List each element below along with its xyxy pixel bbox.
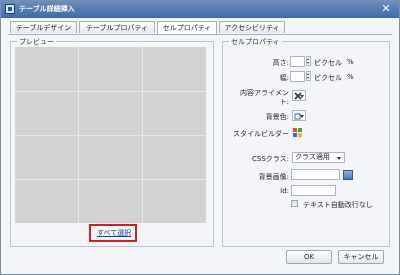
grid-row-line bbox=[15, 179, 206, 180]
cancel-button[interactable]: キャンセル bbox=[338, 250, 384, 264]
select-all-link[interactable]: すべて選択 bbox=[97, 228, 131, 238]
style-builder-icon[interactable] bbox=[293, 128, 302, 137]
dialog-title: テーブル詳細挿入 bbox=[19, 5, 75, 13]
background-color-label: 背景色: bbox=[265, 113, 289, 121]
background-image-label: 背景画像: bbox=[258, 173, 289, 181]
grid-row-line bbox=[15, 135, 206, 136]
style-builder-label: スタイルビルダー bbox=[233, 130, 289, 138]
tab-table-design[interactable]: テーブルデザイン bbox=[10, 21, 77, 33]
color-picker-icon[interactable] bbox=[292, 110, 306, 121]
title-bar: テーブル詳細挿入 ✕ bbox=[1, 1, 399, 18]
ok-button[interactable]: OK bbox=[286, 250, 332, 264]
width-unit-pixel[interactable]: ピクセル bbox=[314, 73, 342, 83]
grid-row-line bbox=[15, 91, 206, 92]
table-icon bbox=[5, 4, 15, 14]
id-label: Id: bbox=[280, 187, 289, 195]
id-input[interactable] bbox=[291, 185, 336, 196]
width-label: 幅: bbox=[279, 74, 289, 82]
tab-strip: テーブルデザイン テーブルプロパティ セルプロパティ アクセシビリティ bbox=[10, 21, 390, 34]
dialog-window: テーブル詳細挿入 ✕ テーブルデザイン テーブルプロパティ セルプロパティ アク… bbox=[0, 0, 400, 275]
css-class-dropdown[interactable]: クラス適用 bbox=[292, 152, 345, 163]
alignment-icon[interactable] bbox=[292, 90, 306, 101]
preview-table[interactable] bbox=[15, 47, 206, 223]
tab-cell-properties[interactable]: セルプロパティ bbox=[157, 21, 217, 34]
tab-accessibility[interactable]: アクセシビリティ bbox=[219, 21, 285, 33]
cell-properties-title: セルプロパティ bbox=[229, 37, 282, 47]
height-label: 高さ: bbox=[272, 59, 289, 67]
preview-title: プレビュー bbox=[17, 37, 56, 47]
tab-table-properties[interactable]: テーブルプロパティ bbox=[79, 21, 155, 33]
height-spinner[interactable] bbox=[306, 56, 311, 66]
height-input[interactable] bbox=[290, 56, 305, 67]
tab-panel-border bbox=[8, 34, 392, 35]
close-button[interactable]: ✕ bbox=[379, 2, 393, 16]
css-class-label: CSSクラス: bbox=[252, 155, 289, 163]
width-input[interactable] bbox=[290, 71, 305, 82]
height-unit-percent[interactable]: % bbox=[347, 58, 354, 66]
no-wrap-label: テキスト自動改行なし bbox=[303, 201, 373, 209]
background-image-input[interactable] bbox=[291, 169, 340, 180]
height-unit-pixel[interactable]: ピクセル bbox=[314, 58, 342, 68]
alignment-label-cont: ト: bbox=[279, 98, 289, 106]
image-browse-icon[interactable] bbox=[343, 170, 353, 180]
width-spinner[interactable] bbox=[306, 71, 311, 81]
no-wrap-checkbox[interactable] bbox=[291, 200, 298, 207]
width-unit-percent[interactable]: % bbox=[347, 73, 354, 81]
css-class-selected: クラス適用 bbox=[295, 153, 330, 161]
